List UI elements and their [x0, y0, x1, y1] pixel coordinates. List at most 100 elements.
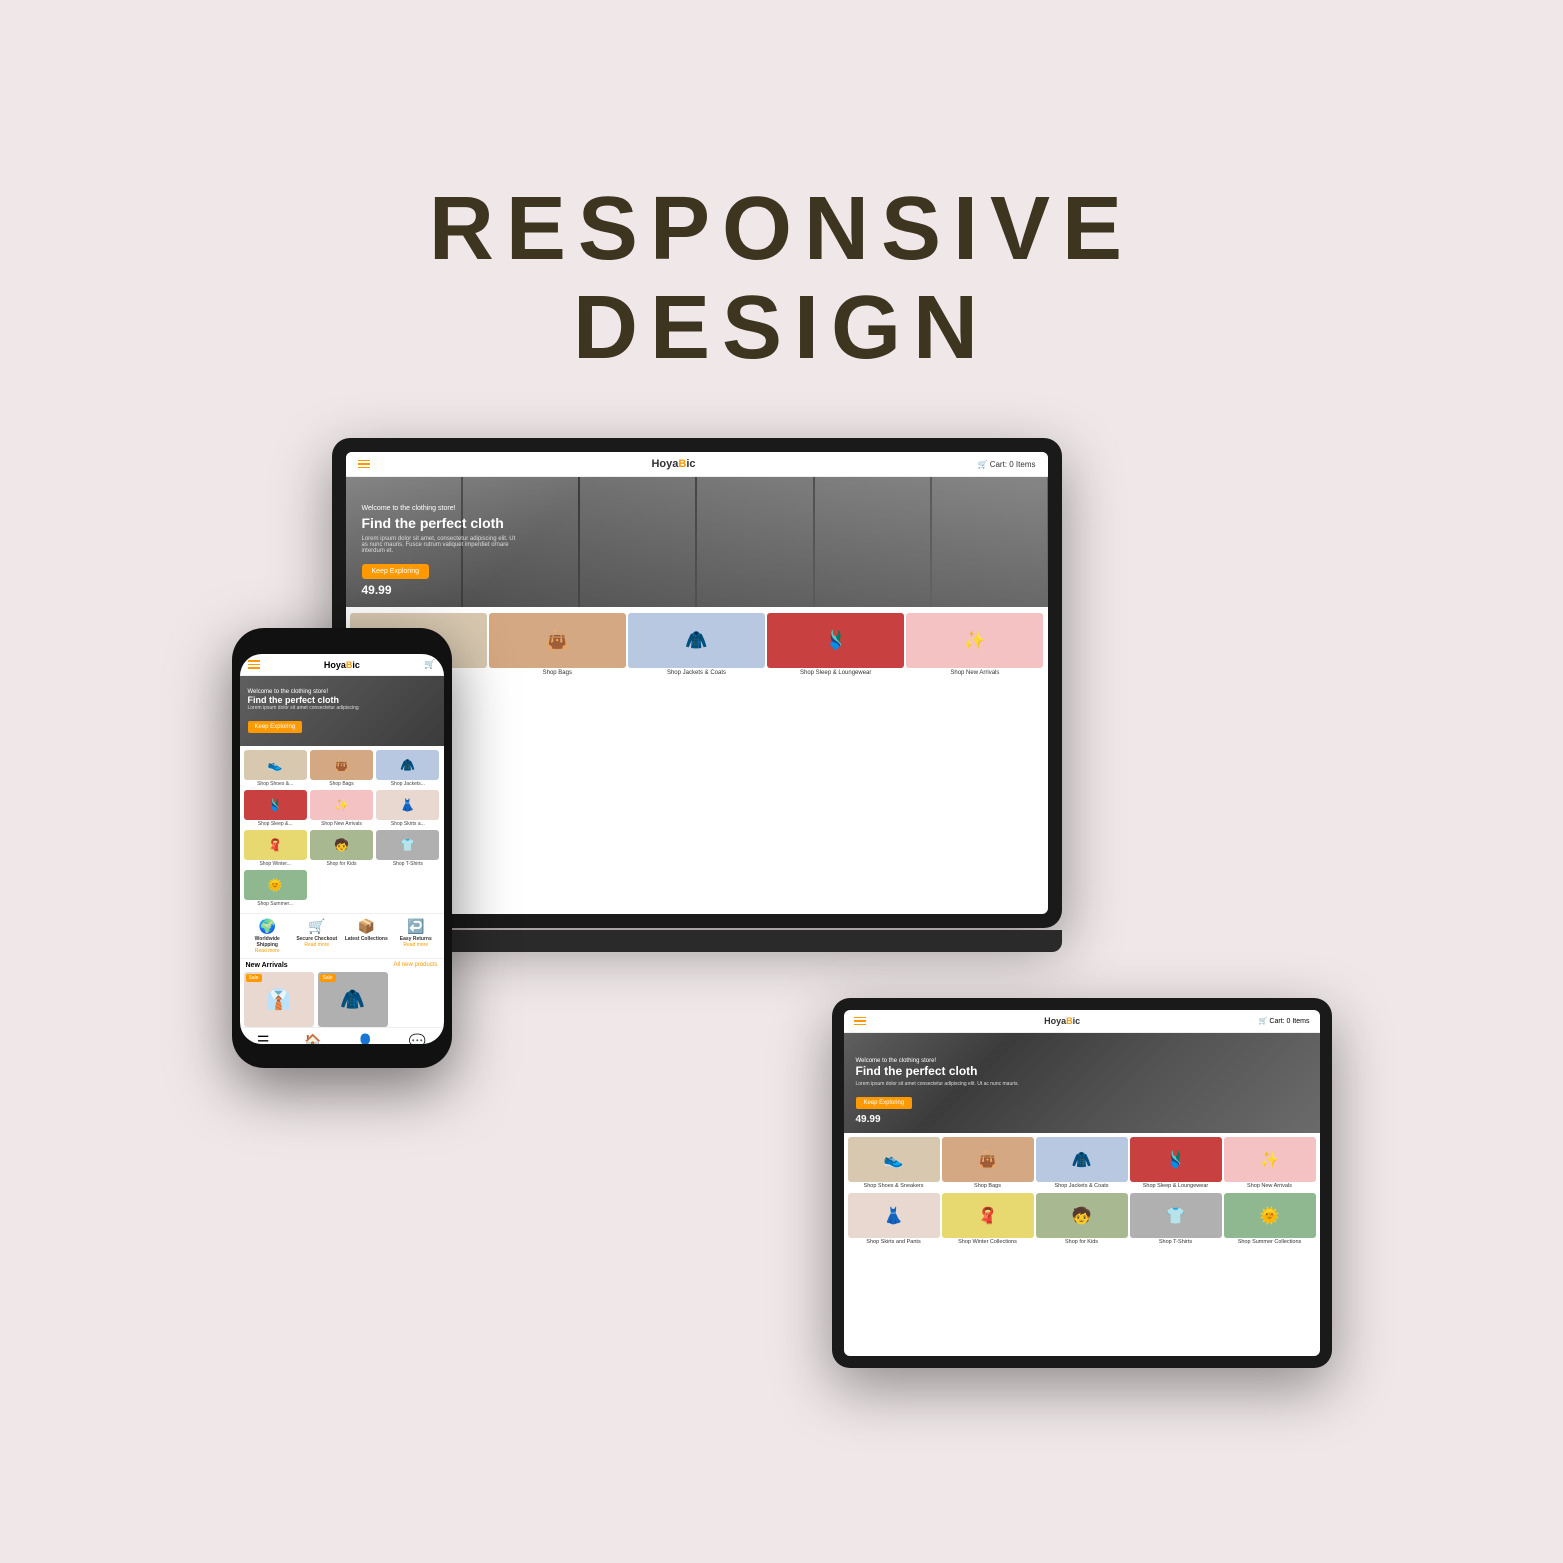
tablet-hero-title: Find the perfect cloth [856, 1064, 1019, 1078]
phone-cat-thumb-shoes: 👟 [244, 750, 307, 780]
nav-chat-icon[interactable]: 💬 [409, 1033, 426, 1044]
collections-link: - [365, 942, 367, 948]
laptop-site-header: HoyaBic 🛒 Cart: 0 Items [346, 452, 1048, 477]
tablet-cat-kids[interactable]: 🧒 Shop for Kids [1036, 1193, 1128, 1245]
phone-hero-btn[interactable]: Keep Exploring [248, 721, 303, 733]
tablet-hero-btn[interactable]: Keep Exploring [856, 1097, 913, 1109]
phone-cat-winter[interactable]: 🧣 Shop Winter... [244, 830, 307, 867]
tablet-price: 49.99 [856, 1114, 881, 1125]
tablet-cat-label-shoes: Shop Shoes & Sneakers [848, 1183, 940, 1189]
hero-title: Find the perfect cloth [362, 515, 522, 532]
phone-feature-checkout: 🛒 Secure Checkout Read more [293, 918, 341, 954]
phone-cat-label-shoes: Shop Shoes &... [257, 781, 293, 787]
phone-cat-thumb-bags: 👜 [310, 750, 373, 780]
tablet-cat-skirts[interactable]: 👗 Shop Skirts and Pants [848, 1193, 940, 1245]
category-label-sleep: Shop Sleep & Loungewear [800, 670, 871, 677]
headline-title: RESPONSIVE DESIGN [429, 180, 1134, 378]
tablet-hero: Welcome to the clothing store! Find the … [844, 1033, 1320, 1133]
phone-logo: HoyaBic [324, 660, 360, 670]
phone-cat-skirts[interactable]: 👗 Shop Skirts a... [376, 790, 439, 827]
shipping-link[interactable]: Read more [255, 948, 280, 954]
phone-cart-icon[interactable]: 🛒 [424, 659, 435, 670]
phone-notch [312, 638, 372, 650]
tablet-device: HoyaBic 🛒 Cart: 0 Items Welcome to the c… [832, 998, 1332, 1368]
checkout-icon: 🛒 [308, 918, 325, 935]
tablet-cats-row1: 👟 Shop Shoes & Sneakers 👜 Shop Bags 🧥 Sh… [844, 1133, 1320, 1193]
category-label-jackets: Shop Jackets & Coats [667, 670, 726, 677]
phone-cat-summer[interactable]: 🌞 Shop Summer... [244, 870, 307, 907]
category-item-sleep[interactable]: 🩱 Shop Sleep & Loungewear [767, 613, 904, 677]
hero-price: 49.99 [362, 583, 392, 597]
tablet-cat-label-skirts: Shop Skirts and Pants [848, 1239, 940, 1245]
phone-cat-thumb-kids: 🧒 [310, 830, 373, 860]
tablet-header: HoyaBic 🛒 Cart: 0 Items [844, 1010, 1320, 1033]
phone-cat-bags[interactable]: 👜 Shop Bags [310, 750, 373, 787]
phone-feature-returns: ↩️ Easy Returns Read more [392, 918, 440, 954]
phone-cat-jackets[interactable]: 🧥 Shop Jackets... [376, 750, 439, 787]
hero-content: Welcome to the clothing store! Find the … [362, 505, 522, 580]
nav-menu-icon[interactable]: ☰ [257, 1033, 270, 1044]
category-thumb-bags: 👜 [489, 613, 626, 668]
headline-line2: DESIGN [429, 279, 1134, 378]
shipping-icon: 🌍 [259, 918, 276, 935]
tablet-cat-jackets[interactable]: 🧥 Shop Jackets & Coats [1036, 1137, 1128, 1189]
tablet-screen: HoyaBic 🛒 Cart: 0 Items Welcome to the c… [844, 1010, 1320, 1356]
tablet-cat-thumb-summer: 🌞 [1224, 1193, 1316, 1238]
tablet-cat-bags[interactable]: 👜 Shop Bags [942, 1137, 1034, 1189]
checkout-link[interactable]: Read more [304, 942, 329, 948]
tablet-cat-label-new: Shop New Arrivals [1224, 1183, 1316, 1189]
tablet-cat-thumb-sleep: 🩱 [1130, 1137, 1222, 1182]
hero-desc: Lorem ipsum dolor sit amet, consectetur … [362, 536, 522, 554]
phone-cat-label-bags: Shop Bags [329, 781, 353, 787]
phone-cat-thumb-jackets: 🧥 [376, 750, 439, 780]
phone-hero-title: Find the perfect cloth [248, 695, 359, 705]
phone-features: 🌍 Worldwide Shipping Read more 🛒 Secure … [240, 913, 444, 958]
laptop-cart[interactable]: 🛒 Cart: 0 Items [978, 460, 1036, 469]
phone-product-2[interactable]: 🧥 Sale [318, 972, 388, 1027]
phone-device: HoyaBic 🛒 Welcome to the clothing store!… [232, 628, 452, 1068]
phone-cat-sleep[interactable]: 🩱 Shop Sleep &... [244, 790, 307, 827]
all-new-products-link[interactable]: All new products [393, 962, 437, 969]
tablet-cat-shoes[interactable]: 👟 Shop Shoes & Sneakers [848, 1137, 940, 1189]
phone-cat-thumb-winter: 🧣 [244, 830, 307, 860]
phone-cat-thumb-skirts: 👗 [376, 790, 439, 820]
tablet-cat-label-jackets: Shop Jackets & Coats [1036, 1183, 1128, 1189]
tablet-cat-thumb-shoes: 👟 [848, 1137, 940, 1182]
phone-product-1[interactable]: 👔 Sale [244, 972, 314, 1027]
category-item-new[interactable]: ✨ Shop New Arrivals [906, 613, 1043, 677]
tablet-cat-winter[interactable]: 🧣 Shop Winter Collections [942, 1193, 1034, 1245]
headline-section: RESPONSIVE DESIGN [429, 180, 1134, 378]
tablet-cat-thumb-kids: 🧒 [1036, 1193, 1128, 1238]
phone-header: HoyaBic 🛒 [240, 654, 444, 676]
phone-cat-label-skirts: Shop Skirts a... [391, 821, 425, 827]
tablet-cat-label-tshirts: Shop T-Shirts [1130, 1239, 1222, 1245]
returns-icon: ↩️ [407, 918, 424, 935]
phone-hamburger[interactable] [248, 660, 260, 669]
laptop-logo: HoyaBic [651, 458, 695, 470]
category-item-bags[interactable]: 👜 Shop Bags [489, 613, 626, 677]
phone-cat-tshirts[interactable]: 👕 Shop T-Shirts [376, 830, 439, 867]
returns-link[interactable]: Read more [403, 942, 428, 948]
nav-home-icon[interactable]: 🏠 [304, 1033, 321, 1044]
tablet-cat-label-bags: Shop Bags [942, 1183, 1034, 1189]
category-item-jackets[interactable]: 🧥 Shop Jackets & Coats [628, 613, 765, 677]
tablet-cat-summer[interactable]: 🌞 Shop Summer Collections [1224, 1193, 1316, 1245]
hero-explore-button[interactable]: Keep Exploring [362, 564, 429, 579]
phone-cat-shoes[interactable]: 👟 Shop Shoes &... [244, 750, 307, 787]
tablet-cat-sleep[interactable]: 🩱 Shop Sleep & Loungewear [1130, 1137, 1222, 1189]
phone-cat-new[interactable]: ✨ Shop New Arrivals [310, 790, 373, 827]
tablet-hero-desc: Lorem ipsum dolor sit amet consectetur a… [856, 1081, 1019, 1087]
phone-cat-label-winter: Shop Winter... [259, 861, 290, 867]
hamburger-icon[interactable] [358, 460, 370, 469]
phone-cat-kids[interactable]: 🧒 Shop for Kids [310, 830, 373, 867]
tablet-hamburger[interactable] [854, 1017, 866, 1026]
phone-cat-label-kids: Shop for Kids [326, 861, 356, 867]
category-label-new: Shop New Arrivals [950, 670, 999, 677]
phone-cats: 👟 Shop Shoes &... 👜 Shop Bags 🧥 Shop Jac… [240, 746, 444, 911]
tablet-cart[interactable]: 🛒 Cart: 0 Items [1259, 1017, 1310, 1025]
category-label-bags: Shop Bags [543, 670, 572, 677]
tablet-cat-tshirts[interactable]: 👕 Shop T-Shirts [1130, 1193, 1222, 1245]
nav-user-icon[interactable]: 👤 [356, 1033, 373, 1044]
tablet-cat-label-winter: Shop Winter Collections [942, 1239, 1034, 1245]
tablet-cat-new[interactable]: ✨ Shop New Arrivals [1224, 1137, 1316, 1189]
